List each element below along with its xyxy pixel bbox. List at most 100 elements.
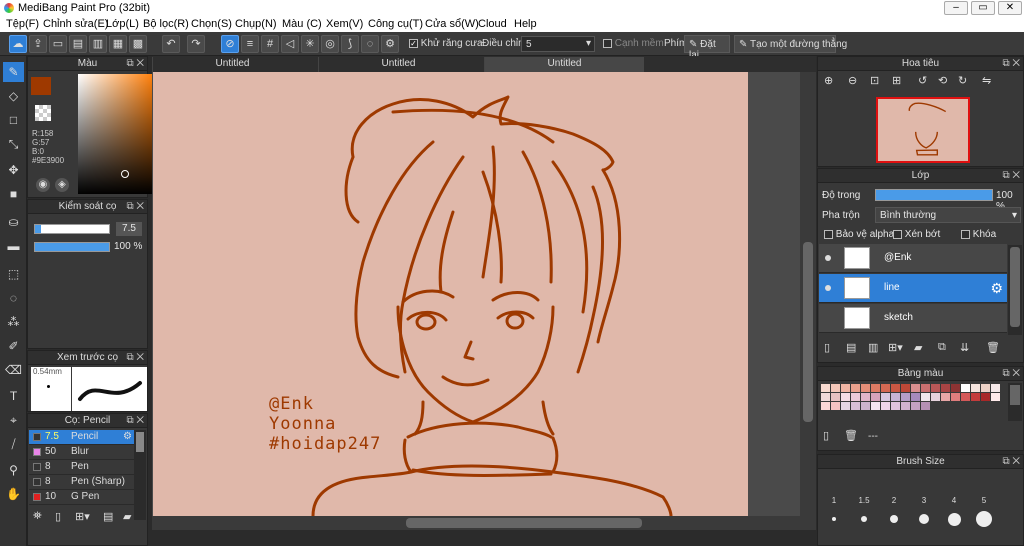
dot-tool-icon[interactable]: ⤡ xyxy=(3,134,24,154)
brush-size-preset[interactable]: 1 xyxy=(820,466,848,528)
brush-list-item[interactable]: 8 Pen (Sharp) xyxy=(29,475,134,490)
clipping-option[interactable]: Xén bớt xyxy=(893,229,940,240)
palette-swatch[interactable] xyxy=(871,393,880,401)
palette-swatch[interactable] xyxy=(961,384,970,392)
palette-swatch[interactable] xyxy=(831,393,840,401)
brush-list-scrollbar[interactable] xyxy=(134,430,146,520)
palette-swatch[interactable] xyxy=(971,393,980,401)
brush-tool-icon[interactable]: ✎ xyxy=(3,62,24,82)
palette-swatch[interactable] xyxy=(981,384,990,392)
menu-layer[interactable]: Lớp(L) xyxy=(106,18,139,30)
brush-opacity-slider[interactable] xyxy=(34,242,110,252)
palette-swatch[interactable] xyxy=(881,402,890,410)
visibility-icon[interactable] xyxy=(825,285,831,291)
palette-scrollbar[interactable] xyxy=(1008,383,1022,421)
copy-brush-icon[interactable]: ▤ xyxy=(103,510,113,523)
palette-swatch[interactable] xyxy=(931,384,940,392)
palette-swatch[interactable] xyxy=(941,393,950,401)
close-button[interactable]: ✕ xyxy=(998,1,1022,15)
layer-settings-icon[interactable]: ⚙ xyxy=(990,280,1003,297)
brush-settings-icon[interactable]: ⚙ xyxy=(123,430,132,444)
palette-icon[interactable]: ◉ xyxy=(36,178,50,192)
palette-swatch[interactable] xyxy=(821,402,830,410)
palette-swatch[interactable] xyxy=(951,393,960,401)
parallel-snap-icon[interactable]: ≡ xyxy=(241,35,259,53)
merge-layer-icon[interactable]: ⇊ xyxy=(960,341,969,354)
page-icon[interactable]: ▥ xyxy=(89,35,107,53)
scrollbar-thumb[interactable] xyxy=(803,242,813,422)
palette-swatch[interactable] xyxy=(851,384,860,392)
palette-swatch[interactable] xyxy=(891,402,900,410)
eraser-tool-icon[interactable]: ◇ xyxy=(3,86,24,106)
palette-swatch[interactable] xyxy=(911,402,920,410)
popout-close-icon[interactable]: ⧉ ✕ xyxy=(126,57,144,70)
menu-window[interactable]: Cửa sổ(W) xyxy=(425,18,479,30)
tab-untitled-2[interactable]: Untitled xyxy=(318,57,478,72)
menu-help[interactable]: Help xyxy=(514,18,537,30)
snap-off-icon[interactable]: ⊘ xyxy=(221,35,239,53)
palette-swatch[interactable] xyxy=(821,393,830,401)
rotate-left-icon[interactable]: ↺ xyxy=(918,74,927,87)
palette-swatch[interactable] xyxy=(971,384,980,392)
palette-swatch[interactable] xyxy=(911,384,920,392)
brush-size-preset[interactable]: 5 xyxy=(970,466,998,528)
popout-close-icon[interactable]: ⧉ ✕ xyxy=(1002,169,1020,182)
protect-alpha-checkbox[interactable] xyxy=(824,229,833,239)
navigator-thumbnail[interactable] xyxy=(876,97,970,163)
blend-mode-dropdown[interactable]: Bình thường ▾ xyxy=(875,207,1021,223)
menu-view[interactable]: Xem(V) xyxy=(326,18,363,30)
tab-untitled-3[interactable]: Untitled xyxy=(484,57,644,72)
clipping-checkbox[interactable] xyxy=(893,229,902,239)
brush-size-preset[interactable]: 1.5 xyxy=(850,466,878,528)
palette-swatch[interactable] xyxy=(871,384,880,392)
layer-item[interactable]: @Enk xyxy=(819,244,1007,273)
scrollbar-thumb[interactable] xyxy=(1010,247,1020,327)
snap-settings-icon[interactable]: ⚙ xyxy=(381,35,399,53)
menu-capture[interactable]: Chụp(N) xyxy=(235,18,277,30)
select-pen-tool-icon[interactable]: ✐ xyxy=(3,336,24,356)
gradient-tool-icon[interactable]: ▬ xyxy=(3,236,24,256)
grid-icon[interactable]: ▩ xyxy=(129,35,147,53)
operation-tool-icon[interactable]: ⌖ xyxy=(3,410,24,430)
antialias-checkbox[interactable]: ✓ xyxy=(409,38,418,48)
menu-edit[interactable]: Chỉnh sửa(E) xyxy=(43,18,108,30)
layer-opacity-slider[interactable] xyxy=(875,189,993,201)
brush-size-preset[interactable]: 3 xyxy=(910,466,938,528)
divide-tool-icon[interactable]: ⧸ xyxy=(3,434,24,454)
select-eraser-tool-icon[interactable]: ⌫ xyxy=(3,360,24,380)
add-layer-menu-icon[interactable]: ⊞▾ xyxy=(888,341,903,354)
add-brush-icon[interactable]: ⊞▾ xyxy=(75,510,90,523)
menu-cloud[interactable]: Cloud xyxy=(478,18,507,30)
canvas-horizontal-scrollbar[interactable] xyxy=(152,516,816,530)
drawing-canvas[interactable]: @Enk Yoonna #hoidap247 xyxy=(153,72,748,516)
ellipse-snap-icon[interactable]: ◌ xyxy=(361,35,379,53)
text-tool-icon[interactable]: T xyxy=(3,386,24,406)
saturation-value-picker[interactable] xyxy=(78,74,156,194)
brush-list-item[interactable]: 7.5 Pencil ⚙ xyxy=(29,430,134,445)
palette-swatch[interactable] xyxy=(861,384,870,392)
palette-swatch[interactable] xyxy=(821,384,830,392)
panel-icon[interactable]: ▦ xyxy=(109,35,127,53)
delete-layer-icon[interactable]: 🗑 xyxy=(986,341,1000,354)
brush-size-preset[interactable]: 2 xyxy=(880,466,908,528)
palette-swatch[interactable] xyxy=(901,384,910,392)
palette-swatch[interactable] xyxy=(921,402,930,410)
actual-size-icon[interactable]: ⊞ xyxy=(892,74,901,87)
straight-line-button[interactable]: ✎ Tạo một đường thẳng xyxy=(734,35,847,53)
layer-item[interactable]: line ⚙ xyxy=(819,274,1007,303)
palette-swatch[interactable] xyxy=(981,393,990,401)
palette-swatch[interactable] xyxy=(861,393,870,401)
brush-list-item[interactable]: 8 Pen xyxy=(29,460,134,475)
popout-close-icon[interactable]: ⧉ ✕ xyxy=(126,414,144,427)
minimize-button[interactable]: – xyxy=(944,1,968,15)
rectangle-tool-icon[interactable]: □ xyxy=(3,110,24,130)
cross-snap-icon[interactable]: # xyxy=(261,35,279,53)
protect-alpha-option[interactable]: Bảo vệ alpha xyxy=(824,229,894,240)
visibility-icon[interactable] xyxy=(825,255,831,261)
canvas-vertical-scrollbar[interactable] xyxy=(800,72,816,516)
palette-swatch[interactable] xyxy=(961,393,970,401)
palette-swatch[interactable] xyxy=(881,384,890,392)
new-8bit-layer-icon[interactable]: ▥ xyxy=(868,341,878,354)
redo-icon[interactable]: ↷ xyxy=(187,35,205,53)
palette-swatch[interactable] xyxy=(871,402,880,410)
